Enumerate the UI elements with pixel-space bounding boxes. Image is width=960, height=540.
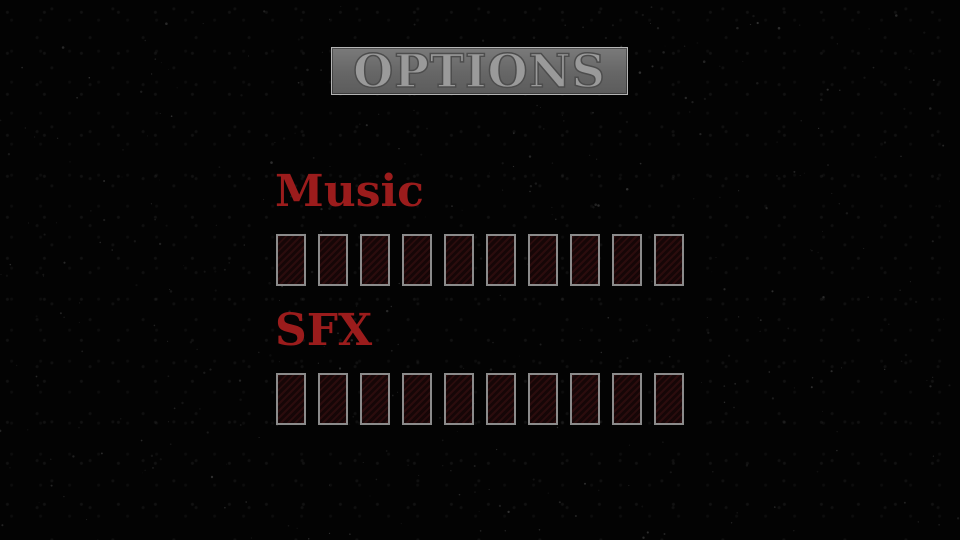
sfx-volume-slider[interactable] xyxy=(276,373,688,425)
title-banner: OPTIONS xyxy=(331,47,628,95)
sfx-volume-notch[interactable] xyxy=(402,373,432,425)
sfx-label: SFX xyxy=(275,305,373,356)
music-volume-notch[interactable] xyxy=(570,234,600,286)
sfx-volume-notch[interactable] xyxy=(486,373,516,425)
music-volume-notch[interactable] xyxy=(528,234,558,286)
music-volume-notch[interactable] xyxy=(654,234,684,286)
music-volume-notch[interactable] xyxy=(276,234,306,286)
music-volume-notch[interactable] xyxy=(444,234,474,286)
sfx-volume-notch[interactable] xyxy=(612,373,642,425)
music-volume-notch[interactable] xyxy=(318,234,348,286)
options-screen: OPTIONS Music SFX xyxy=(0,0,960,540)
sfx-volume-notch[interactable] xyxy=(276,373,306,425)
sfx-volume-notch[interactable] xyxy=(360,373,390,425)
sfx-volume-notch[interactable] xyxy=(444,373,474,425)
sfx-volume-notch[interactable] xyxy=(318,373,348,425)
sfx-volume-notch[interactable] xyxy=(654,373,684,425)
music-volume-notch[interactable] xyxy=(486,234,516,286)
page-title: OPTIONS xyxy=(352,44,606,98)
music-label: Music xyxy=(275,166,424,217)
music-volume-notch[interactable] xyxy=(402,234,432,286)
sfx-volume-notch[interactable] xyxy=(570,373,600,425)
music-volume-notch[interactable] xyxy=(612,234,642,286)
music-volume-slider[interactable] xyxy=(276,234,688,286)
sfx-volume-notch[interactable] xyxy=(528,373,558,425)
music-volume-notch[interactable] xyxy=(360,234,390,286)
